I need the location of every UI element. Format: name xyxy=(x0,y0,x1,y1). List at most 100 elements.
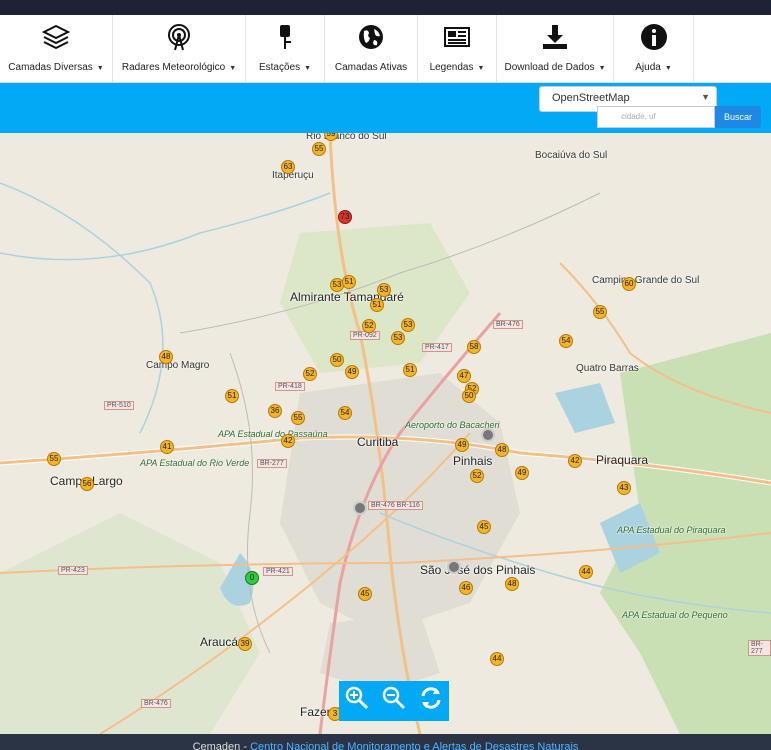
station-marker[interactable]: 43 xyxy=(617,481,631,495)
road-shield: PR-092 xyxy=(350,331,380,340)
station-icon xyxy=(280,25,291,49)
road-shield: PR-418 xyxy=(275,382,305,391)
place-label: Campina Grande do Sul xyxy=(592,275,700,286)
station-marker[interactable]: 49 xyxy=(345,365,359,379)
caret-down-icon: ▼ xyxy=(664,65,672,72)
menu-camadas-ativas[interactable]: Camadas Ativas xyxy=(325,15,418,83)
base-layer-value: OpenStreetMap xyxy=(552,92,630,104)
station-marker[interactable]: 45 xyxy=(477,520,491,534)
station-marker[interactable]: 52 xyxy=(470,469,484,483)
road-shield: BR-277 xyxy=(748,640,771,656)
place-label: APA Estadual do Rio Verde xyxy=(140,458,250,468)
road-shield: BR-277 xyxy=(257,459,287,468)
zoom-in-icon[interactable] xyxy=(344,685,370,717)
menu-radares[interactable]: Radares Meteorológico ▼ xyxy=(113,15,246,83)
radar-station-marker[interactable] xyxy=(353,501,367,515)
road-shield: BR-476 BR-116 xyxy=(368,501,423,510)
legend-icon xyxy=(444,27,470,47)
station-marker[interactable]: 53 xyxy=(377,283,391,297)
station-marker[interactable]: 55 xyxy=(593,305,607,319)
caret-down-icon: ▼ xyxy=(477,65,485,72)
menu-label: Camadas Ativas xyxy=(334,62,408,73)
station-marker[interactable]: 42 xyxy=(568,454,582,468)
station-marker[interactable]: 53 xyxy=(391,331,405,345)
location-search-input[interactable]: cidade, uf xyxy=(597,106,715,128)
station-marker[interactable]: 73 xyxy=(338,210,352,224)
station-marker[interactable]: 44 xyxy=(579,565,593,579)
menu-legendas[interactable]: Legendas ▼ xyxy=(418,15,497,83)
station-marker[interactable]: 51 xyxy=(342,275,356,289)
footer: Cemaden - Centro Nacional de Monitoramen… xyxy=(0,734,771,750)
station-marker[interactable]: 41 xyxy=(160,440,174,454)
place-label: Quatro Barras xyxy=(576,363,639,374)
station-marker[interactable]: 0 xyxy=(245,571,259,585)
place-label: São José dos Pinhais xyxy=(420,563,536,577)
station-marker[interactable]: 58 xyxy=(467,340,481,354)
info-icon xyxy=(640,24,667,50)
road-shield: BR-476 xyxy=(141,699,171,708)
menu-download-dados[interactable]: Download de Dados ▼ xyxy=(497,15,614,83)
station-marker[interactable]: 48 xyxy=(159,350,173,364)
station-marker[interactable]: 63 xyxy=(281,160,295,174)
station-marker[interactable]: 55 xyxy=(312,142,326,156)
place-label: Campo Magro xyxy=(146,360,210,371)
menu-label: Download de Dados xyxy=(504,62,595,73)
footer-link[interactable]: Centro Nacional de Monitoramento e Alert… xyxy=(250,741,578,750)
radar-station-marker[interactable] xyxy=(481,428,495,442)
station-marker[interactable]: 56 xyxy=(80,477,94,491)
top-header-bar xyxy=(0,0,771,15)
road-shield: PR-417 xyxy=(422,343,452,352)
station-marker[interactable]: 44 xyxy=(490,652,504,666)
menu-label: Estações xyxy=(258,62,301,73)
station-marker[interactable]: 55 xyxy=(291,411,305,425)
map-canvas[interactable]: Rio Branco do Sul Itaperuçu Bocaiúva do Su… xyxy=(0,133,771,734)
station-marker[interactable]: 55 xyxy=(47,452,61,466)
main-toolbar: Camadas Diversas ▼ Radares Meteorológico ▼… xyxy=(0,15,771,83)
menu-estacoes[interactable]: Estações ▼ xyxy=(246,15,325,83)
layers-icon xyxy=(42,24,70,50)
station-marker[interactable]: 42 xyxy=(281,434,295,448)
globe-icon xyxy=(359,25,383,49)
refresh-icon[interactable] xyxy=(418,685,444,717)
station-marker[interactable]: 49 xyxy=(455,438,469,452)
road-shield: PR-423 xyxy=(58,566,88,575)
zoom-out-icon[interactable] xyxy=(381,685,407,717)
place-label: APA Estadual do Piraquara xyxy=(617,525,726,535)
menu-camadas-diversas[interactable]: Camadas Diversas ▼ xyxy=(0,15,113,83)
station-marker[interactable]: 53 xyxy=(401,318,415,332)
station-marker[interactable]: 48 xyxy=(505,577,519,591)
download-icon xyxy=(543,25,567,49)
caret-down-icon: ▼ xyxy=(229,65,237,72)
road-shield: PR-510 xyxy=(104,401,134,410)
menu-ajuda[interactable]: Ajuda ▼ xyxy=(614,15,694,83)
station-marker[interactable]: 50 xyxy=(462,389,476,403)
caret-down-icon: ▼ xyxy=(96,65,104,72)
place-label: APA Estadual do Passaúna xyxy=(218,429,328,439)
station-marker[interactable]: 54 xyxy=(559,334,573,348)
station-marker[interactable]: 39 xyxy=(238,637,252,651)
radar-icon xyxy=(168,24,190,51)
place-label: Pinhais xyxy=(453,454,493,468)
station-marker[interactable]: 36 xyxy=(268,404,282,418)
station-marker[interactable]: 49 xyxy=(515,466,529,480)
station-marker[interactable]: 47 xyxy=(457,369,471,383)
menu-label: Radares Meteorológico xyxy=(121,62,226,73)
station-marker[interactable]: 54 xyxy=(338,406,352,420)
caret-down-icon: ▼ xyxy=(598,65,606,72)
station-marker[interactable]: 52 xyxy=(362,319,376,333)
station-marker[interactable]: 52 xyxy=(303,367,317,381)
chevron-down-icon: ▼ xyxy=(701,92,710,102)
place-label: Rio Branco do Sul xyxy=(306,133,387,142)
search-button[interactable]: Buscar xyxy=(715,106,761,128)
place-label: Bocaiúva do Sul xyxy=(535,150,608,161)
station-marker[interactable]: 48 xyxy=(495,443,509,457)
station-marker[interactable]: 51 xyxy=(225,389,239,403)
station-marker[interactable]: 46 xyxy=(459,581,473,595)
menu-label: Legendas xyxy=(429,62,474,73)
radar-station-marker[interactable] xyxy=(447,560,461,574)
station-marker[interactable]: 45 xyxy=(358,587,372,601)
station-marker[interactable]: 50 xyxy=(330,353,344,367)
station-marker[interactable]: 60 xyxy=(622,277,636,291)
station-marker[interactable]: 51 xyxy=(370,298,384,312)
station-marker[interactable]: 51 xyxy=(403,363,417,377)
